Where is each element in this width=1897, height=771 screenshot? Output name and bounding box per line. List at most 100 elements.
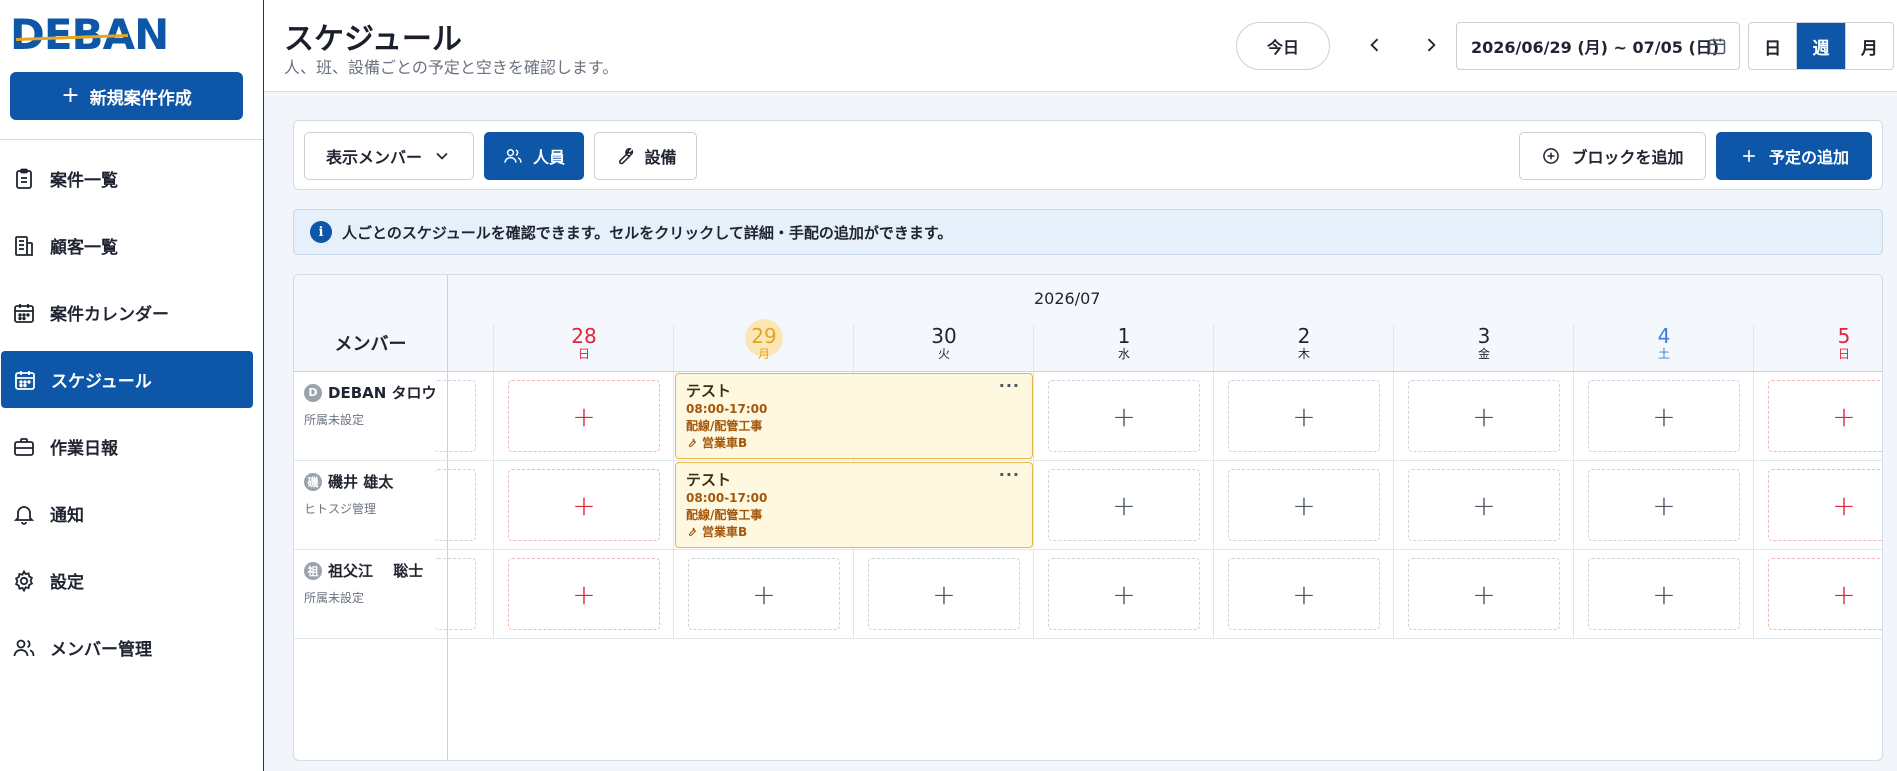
schedule-cell[interactable] [434,469,476,541]
add-schedule-cell[interactable]: + [1048,469,1200,541]
day-header: 3金 [1394,325,1574,361]
sidebar-divider [0,139,263,140]
day-header: 30 火 [854,325,1034,361]
day-weekday: 水 [1117,347,1130,361]
add-schedule-cell[interactable]: + [1408,469,1560,541]
sidebar-item-case-calendar[interactable]: 案件カレンダー [0,284,264,341]
view-toggle: 日 週 月 [1748,22,1894,70]
add-schedule-cell[interactable]: + [1228,558,1380,630]
add-schedule-cell[interactable]: + [688,558,840,630]
schedule-event[interactable]: テスト 08:00-17:00 配線/配管工事 営業車B ··· [675,462,1033,548]
event-equipment: 営業車B [686,435,1022,452]
plus-icon: + [1112,488,1136,522]
member-department: 所属未設定 [304,591,365,605]
add-schedule-cell[interactable]: + [1048,558,1200,630]
avatar: 祖 [304,561,322,580]
event-menu-icon[interactable]: ··· [999,376,1020,395]
sidebar-item-label: 案件カレンダー [50,305,169,325]
add-schedule-cell[interactable]: + [1588,380,1740,452]
day-number-wrap: 30 [854,325,1034,347]
view-week-button[interactable]: 週 [1797,23,1846,69]
prev-week-button[interactable] [1360,30,1390,60]
date-range-picker[interactable]: 2026/06/29 (月) ~ 07/05 (日) [1456,22,1740,70]
day-weekday-wrap: 金 [1394,347,1574,361]
month-label: 2026/07 [1034,289,1101,308]
add-schedule-cell[interactable]: + [508,469,660,541]
member-name: 祖父江 聡士 [328,562,424,580]
day-number-wrap: 4 [1574,325,1754,347]
day-weekday-wrap: 日 [494,347,674,361]
view-day-button[interactable]: 日 [1749,23,1798,69]
wrench-icon [688,438,697,448]
add-schedule-cell[interactable]: + [1228,469,1380,541]
schedule-grid: メンバー 2026/07 28 日 29 月 30 火 1 水 2 木 3 金 4 土 5 日 D DEBAN … [293,274,1883,761]
add-schedule-cell[interactable]: + [1768,380,1882,452]
sidebar-item-daily-report[interactable]: 作業日報 [0,418,264,475]
add-schedule-cell[interactable]: + [868,558,1020,630]
plus-icon: + [1292,488,1316,522]
view-month-button[interactable]: 月 [1846,23,1893,69]
add-schedule-cell[interactable]: + [1408,558,1560,630]
sidebar-item-cases[interactable]: 案件一覧 [0,150,264,207]
plus-icon: + [1292,399,1316,433]
new-case-button[interactable]: + 新規案件作成 [10,72,243,120]
add-schedule-cell[interactable]: + [1228,380,1380,452]
clipboard-icon [16,168,32,189]
add-schedule-cell[interactable]: + [508,380,660,452]
add-schedule-button[interactable]: 予定の追加 [1716,132,1872,180]
event-equipment: 営業車B [686,524,1022,541]
member-select-dropdown[interactable]: 表示メンバー [304,132,474,180]
sidebar-item-customers[interactable]: 顧客一覧 [0,217,264,274]
users-icon [504,149,522,163]
tab-equipment[interactable]: 設備 [594,132,697,180]
member-info[interactable]: 磯磯井 雄太ヒトスジ管理 [304,471,393,517]
calendar-icon [15,370,35,390]
sidebar-item-label: メンバー管理 [50,640,152,660]
day-number: 5 [1837,324,1851,348]
day-weekday: 火 [937,347,950,361]
schedule-event[interactable]: テスト 08:00-17:00 配線/配管工事 営業車B ··· [675,373,1033,459]
member-name-row: 磯磯井 雄太 [304,471,393,492]
next-week-button[interactable] [1416,30,1446,60]
sidebar-item-schedule[interactable]: スケジュール [1,351,253,408]
sidebar-item-members[interactable]: メンバー管理 [0,619,264,676]
member-info[interactable]: D DEBAN タロウ 所属未設定 [304,382,437,428]
event-time: 08:00-17:00 [686,491,768,505]
add-schedule-cell[interactable]: + [1768,558,1882,630]
header-divider [1213,325,1214,371]
member-name-row: D DEBAN タロウ [304,382,437,403]
sidebar-item-label: 通知 [50,506,84,526]
add-schedule-cell[interactable]: + [1048,380,1200,452]
member-info[interactable]: 祖祖父江 聡士所属未設定 [304,560,423,606]
add-schedule-cell[interactable]: + [1588,558,1740,630]
member-department: ヒトスジ管理 [304,502,377,516]
day-weekday: 月 [757,347,770,361]
plus-icon: + [1652,577,1676,611]
plus-icon: + [1652,488,1676,522]
gear-icon [14,569,34,592]
add-schedule-cell[interactable]: + [1768,469,1882,541]
header-divider [1573,325,1574,371]
add-block-button[interactable]: ブロックを追加 [1519,132,1706,180]
header-divider [1033,325,1034,371]
date-range-text: 2026/06/29 (月) ~ 07/05 (日) [1471,38,1720,57]
schedule-cell[interactable] [434,380,476,452]
header-divider [1753,325,1754,371]
add-schedule-cell[interactable]: + [1588,469,1740,541]
sidebar-item-notifications[interactable]: 通知 [0,485,264,542]
add-schedule-cell[interactable]: + [1408,380,1560,452]
today-button[interactable]: 今日 [1236,22,1330,70]
day-number: 3 [1477,324,1491,348]
tab-people[interactable]: 人員 [484,132,584,180]
schedule-cell[interactable] [434,558,476,630]
day-weekday-wrap: 月 [674,347,854,361]
day-number-wrap: 28 [494,325,674,347]
avatar: 磯 [304,472,322,491]
plus-icon: + [1112,577,1136,611]
day-weekday-wrap: 木 [1214,347,1394,361]
event-time: 08:00-17:00 [686,402,768,416]
add-schedule-cell[interactable]: + [508,558,660,630]
event-menu-icon[interactable]: ··· [999,465,1020,484]
deban-logo[interactable]: DEBAN [10,14,169,56]
sidebar-item-settings[interactable]: 設定 [0,552,264,609]
